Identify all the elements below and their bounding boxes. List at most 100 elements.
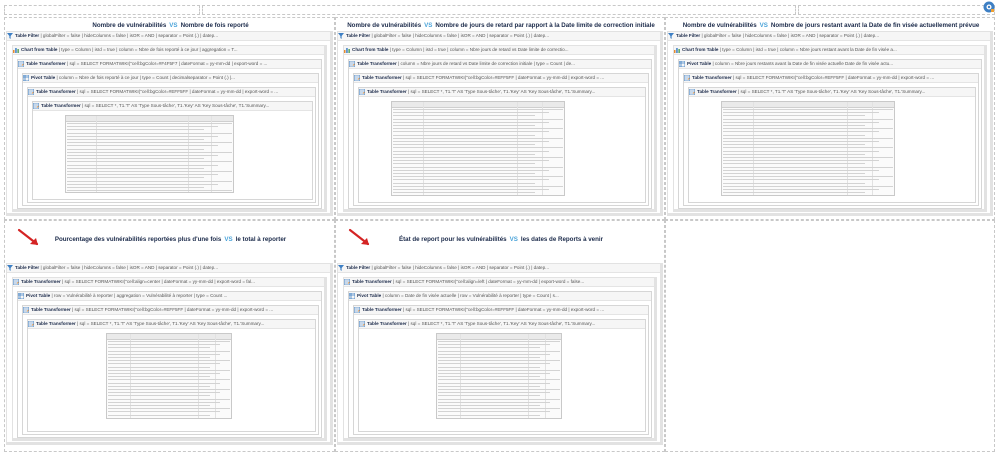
- macro-box: Table Transformer | sql = SELECT *, T1.'…: [358, 87, 646, 203]
- macro-box: Table Transformer | sql = SELECT FORMATW…: [343, 277, 657, 441]
- macro-box: Table Transformer | column = Nbre jours …: [348, 59, 652, 209]
- table-preview-row: [438, 341, 560, 342]
- table-preview-row: [438, 411, 550, 413]
- table-preview-row: [67, 132, 232, 134]
- filter-icon: [7, 32, 15, 39]
- macro-box: Pivot Table | column = Nbre de fois repo…: [22, 73, 319, 206]
- macro-header-chart-from-table[interactable]: Chart from Table | type = Column | isId …: [674, 46, 984, 55]
- macro-header-pivot-table[interactable]: Pivot Table | row = Vulnérabilité à repo…: [18, 292, 321, 301]
- table-preview: [65, 115, 234, 193]
- macro-header-chart-from-table[interactable]: Chart from Table | type = Column | isId …: [344, 46, 654, 55]
- filter-icon: [338, 264, 346, 271]
- table-preview-row: [108, 408, 230, 410]
- macro-name: Table Transformer: [362, 307, 402, 312]
- macro-name: Table Transformer: [357, 61, 397, 66]
- table-preview-row: [393, 192, 535, 194]
- table-preview-row: [67, 167, 204, 169]
- table-preview-row: [438, 389, 560, 390]
- macro-box: Pivot Table | column = Nbre jours restan…: [678, 59, 982, 209]
- table-preview-row: [108, 344, 220, 346]
- table-preview-row: [393, 109, 563, 110]
- macro-settings-icon[interactable]: [983, 1, 995, 13]
- macro-header-pivot-table[interactable]: Pivot Table | column = Nbre jours restan…: [679, 60, 981, 69]
- table-preview-row: [723, 189, 879, 190]
- table-preview-row: [723, 118, 893, 120]
- macro-name: Table Filter: [346, 33, 371, 38]
- macro-name: Table Transformer: [697, 89, 737, 94]
- table-preview-row: [438, 373, 550, 374]
- table-preview-row: [393, 147, 563, 149]
- macro-header-table-transformer[interactable]: Table Transformer | sql = SELECT FORMATW…: [354, 306, 648, 315]
- panel-title-left: Nombre de vulnérabilités: [92, 22, 167, 29]
- table-transformer-icon: [13, 278, 21, 286]
- table-preview-row: [393, 169, 549, 171]
- grid-cell: État de report pour les vulnérabilités VS…: [335, 220, 665, 452]
- table-preview-row: [67, 164, 218, 166]
- macro-header-chart-from-table[interactable]: Chart from Table | type = Column | isId …: [13, 46, 324, 55]
- macro-header-table-filter[interactable]: Table Filter | globalFilter = false | hi…: [338, 264, 660, 273]
- table-preview-row: [67, 190, 232, 192]
- macro-header-table-filter[interactable]: Table Filter | globalFilter = false | hi…: [668, 32, 990, 41]
- macro-header-table-transformer[interactable]: Table Transformer | column = Nbre jours …: [349, 60, 651, 69]
- macro-header-table-transformer[interactable]: Table Transformer | sql = SELECT FORMATW…: [13, 278, 324, 287]
- chart-icon: [13, 47, 21, 53]
- macro-header-table-transformer[interactable]: Table Transformer | sql = SELECT FORMATW…: [684, 74, 978, 83]
- macro-header-table-transformer[interactable]: Table Transformer | sql = SELECT FORMATW…: [344, 278, 654, 287]
- macro-name: Pivot Table: [26, 293, 51, 298]
- macro-header-table-transformer[interactable]: Table Transformer | sql = SELECT FORMATW…: [354, 74, 648, 83]
- macro-box: Pivot Table | column = Date de fin visée…: [348, 291, 652, 438]
- panel-title-left: Nombre de vulnérabilités: [682, 22, 757, 29]
- table-preview-row: [108, 389, 230, 390]
- table-preview-row: [393, 166, 563, 168]
- table-preview-row: [393, 141, 549, 142]
- macro-header-table-transformer[interactable]: Table Transformer | sql = SELECT *, T1.'…: [359, 88, 645, 97]
- panel-title: Nombre de vulnérabilités VS Nombre de jour…: [666, 22, 996, 29]
- macro-header-table-transformer[interactable]: Table Transformer | sql = SELECT FORMATW…: [18, 60, 321, 69]
- macro-header-pivot-table[interactable]: Pivot Table | column = Date de fin visée…: [349, 292, 651, 301]
- table-preview-row: [723, 160, 879, 162]
- macro-name: Table Filter: [346, 265, 371, 270]
- macro-box-outer: Table Filter | globalFilter = false | hi…: [667, 31, 993, 216]
- table-preview-row: [393, 125, 535, 126]
- table-preview-row: [67, 145, 218, 147]
- table-preview-row: [438, 405, 540, 406]
- table-preview-header: [107, 334, 231, 340]
- table-preview-row: [67, 161, 232, 163]
- macro-box: Table Transformer | sql = SELECT *, T1.'…: [358, 319, 646, 432]
- macro-header-table-filter[interactable]: Table Filter | globalFilter = false | hi…: [338, 32, 660, 41]
- panel-title-vs: VS: [224, 236, 233, 243]
- table-preview-column-divider: [545, 334, 546, 418]
- table-preview-row: [67, 177, 204, 179]
- macro-header-table-transformer[interactable]: Table Transformer | sql = SELECT FORMATW…: [28, 88, 315, 97]
- table-preview-row: [393, 150, 549, 152]
- macro-header-table-transformer[interactable]: Table Transformer | sql = SELECT *, T1.'…: [33, 102, 312, 111]
- macro-params: | row = Vulnérabilité à reporter | aggre…: [51, 293, 228, 298]
- macro-box-outer: Table Filter | globalFilter = false | hi…: [6, 263, 333, 445]
- macro-name: Table Filter: [15, 265, 40, 270]
- table-preview-row: [723, 169, 879, 171]
- macro-header-table-filter[interactable]: Table Filter | globalFilter = false | hi…: [7, 264, 330, 273]
- macro-header-pivot-table[interactable]: Pivot Table | column = Nbre de fois repo…: [23, 74, 318, 83]
- macro-header-table-transformer[interactable]: Table Transformer | sql = SELECT *, T1.'…: [359, 320, 645, 329]
- table-preview-row: [723, 141, 879, 142]
- table-preview-row: [723, 176, 893, 178]
- panel-title: Nombre de vulnérabilités VS Nombre de jour…: [336, 22, 666, 29]
- macro-params: | column = Nbre jours de retard vs Date …: [398, 61, 575, 66]
- macro-box: Chart from Table | type = Column | isId …: [673, 45, 987, 212]
- table-preview-row: [67, 139, 204, 140]
- macro-params: | sql = SELECT FORMATWIKI("cell:bgColor=…: [77, 89, 279, 94]
- macro-params: | sql = SELECT *, T1.'T' AS 'Type Sous-t…: [82, 103, 270, 108]
- macro-params: | type = Column | isId = true | column =…: [719, 47, 897, 52]
- top-cell-center: [202, 5, 796, 15]
- macro-header-table-transformer[interactable]: Table Transformer | sql = SELECT *, T1.'…: [28, 320, 315, 329]
- macro-header-table-transformer[interactable]: Table Transformer | sql = SELECT FORMATW…: [23, 306, 318, 315]
- table-preview-row: [108, 405, 210, 406]
- macro-header-table-transformer[interactable]: Table Transformer | sql = SELECT *, T1.'…: [689, 88, 975, 97]
- table-preview-row: [393, 137, 563, 139]
- table-preview-row: [723, 192, 865, 194]
- macro-box: Table Transformer | sql = SELECT FORMATW…: [353, 73, 649, 206]
- grid-cell: [665, 220, 995, 452]
- macro-header-table-filter[interactable]: Table Filter | globalFilter = false | hi…: [7, 32, 330, 41]
- table-preview-row: [393, 179, 549, 181]
- macro-name: Table Transformer: [31, 307, 71, 312]
